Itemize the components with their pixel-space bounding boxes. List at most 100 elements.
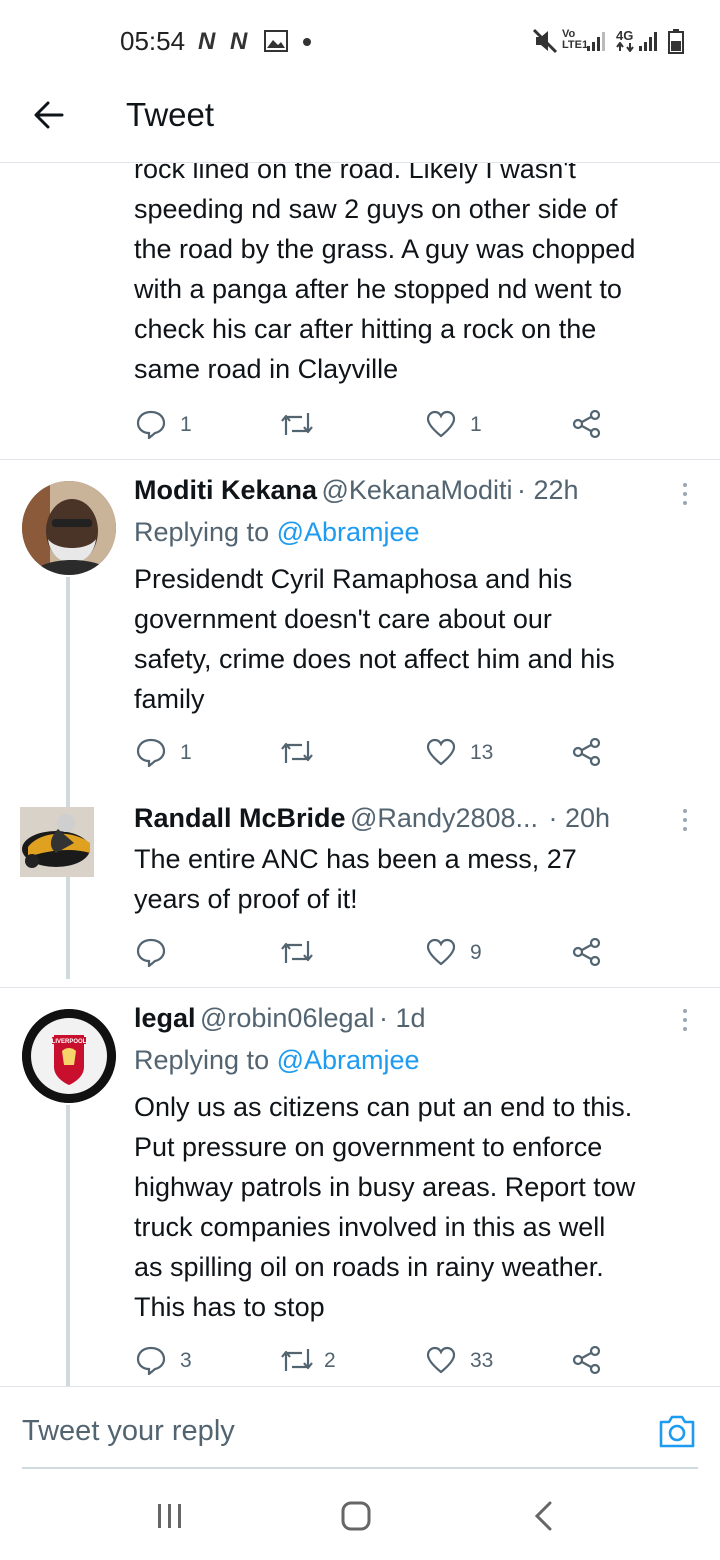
replying-prefix: Replying to bbox=[134, 1045, 270, 1075]
home-icon[interactable] bbox=[340, 1500, 372, 1532]
more-vertical-icon[interactable] bbox=[683, 483, 687, 510]
avatar[interactable]: LIVERPOOL bbox=[22, 1009, 116, 1103]
avatar[interactable] bbox=[20, 807, 94, 877]
back-arrow-icon[interactable] bbox=[32, 98, 66, 132]
retweet-icon[interactable] bbox=[280, 739, 314, 765]
tweet-text-line: highway patrols in busy areas. Report to… bbox=[134, 1172, 636, 1202]
heart-icon[interactable] bbox=[426, 1346, 456, 1374]
signal-icon bbox=[639, 32, 657, 51]
tweet-text-line: with a panga after he stopped nd went to bbox=[134, 274, 622, 304]
reply-count: 3 bbox=[180, 1349, 192, 1372]
system-nav-bar bbox=[0, 1470, 720, 1560]
reply-icon[interactable] bbox=[136, 1345, 166, 1375]
signal-icon bbox=[587, 32, 605, 51]
tweet-text-line: Presidendt Cyril Ramaphosa and his bbox=[134, 564, 573, 594]
tweet-header: Randall McBride @Randy2808... · 20h bbox=[134, 803, 674, 834]
replying-to-link[interactable]: @Abramjee bbox=[277, 517, 420, 547]
more-vertical-icon[interactable] bbox=[683, 809, 687, 836]
heart-icon[interactable] bbox=[426, 410, 456, 438]
share-icon[interactable] bbox=[572, 1345, 602, 1375]
club-crest-text: LIVERPOOL bbox=[52, 1039, 87, 1045]
tweet-actions: 1 13 bbox=[136, 737, 606, 767]
dot-icon bbox=[303, 38, 311, 46]
tweet-text-line: Put pressure on government to enforce bbox=[134, 1132, 603, 1162]
tweet-divider bbox=[0, 987, 720, 988]
reply-input[interactable]: Tweet your reply bbox=[22, 1415, 235, 1448]
tweet-text: Only us as citizens can put an end to th… bbox=[134, 1087, 720, 1327]
share-icon[interactable] bbox=[572, 937, 602, 967]
tweet-header: Moditi Kekana @KekanaModiti · 22h bbox=[134, 475, 694, 506]
lte-label: LTE1 bbox=[562, 39, 589, 51]
author-name[interactable]: Moditi Kekana bbox=[134, 475, 317, 505]
retweet-icon[interactable] bbox=[280, 411, 314, 437]
notification-n-icon: N bbox=[230, 28, 248, 55]
tweet-text-line: family bbox=[134, 684, 205, 714]
avatar-image bbox=[20, 807, 94, 877]
tweet-actions: 1 1 bbox=[136, 409, 606, 439]
status-time: 05:54 bbox=[120, 26, 186, 56]
author-name[interactable]: legal bbox=[134, 1003, 196, 1033]
tweet-text-line: speeding nd saw 2 guys on other side of bbox=[134, 194, 618, 224]
tweet-thread[interactable]: rock lined on the road. Likely I wasn't … bbox=[0, 163, 720, 1386]
heart-icon[interactable] bbox=[426, 938, 456, 966]
notification-n-icon: N bbox=[198, 28, 216, 55]
tweet-time: · 22h bbox=[516, 475, 579, 505]
network-4g-label: 4G bbox=[616, 28, 634, 43]
tweet-divider bbox=[0, 459, 720, 460]
tweet-text-line: This has to stop bbox=[134, 1292, 325, 1322]
tweet-text-line: check his car after hitting a rock on th… bbox=[134, 314, 597, 344]
tweet-text-line: years of proof of it! bbox=[134, 884, 358, 914]
more-vertical-icon[interactable] bbox=[683, 1009, 687, 1036]
heart-icon[interactable] bbox=[426, 738, 456, 766]
tweet-text-line: government doesn't care about our bbox=[134, 604, 552, 634]
like-count: 9 bbox=[470, 941, 482, 964]
gallery-notification-icon bbox=[264, 30, 288, 52]
author-name[interactable]: Randall McBride bbox=[134, 803, 346, 833]
retweet-icon[interactable] bbox=[280, 939, 314, 965]
tweet-actions: 3 2 33 bbox=[136, 1345, 606, 1375]
avatar-image: LIVERPOOL bbox=[22, 1009, 116, 1103]
reply-icon[interactable] bbox=[136, 937, 166, 967]
tweet-text-line: Only us as citizens can put an end to th… bbox=[134, 1092, 633, 1122]
author-handle[interactable]: @robin06legal bbox=[200, 1003, 375, 1033]
tweet-time: · 20h bbox=[548, 803, 611, 833]
nav-back-icon[interactable] bbox=[532, 1500, 556, 1532]
reply-count: 1 bbox=[180, 741, 192, 764]
tweet-text-line: same road in Clayville bbox=[134, 354, 399, 384]
like-count: 13 bbox=[470, 741, 494, 764]
tweet-text: The entire ANC has been a mess, 27 years… bbox=[134, 839, 714, 919]
retweet-count: 2 bbox=[324, 1349, 336, 1372]
tweet-text-line: the road by the grass. A guy was chopped bbox=[134, 234, 636, 264]
page-title: Tweet bbox=[126, 96, 215, 133]
share-icon[interactable] bbox=[572, 409, 602, 439]
replying-to-link[interactable]: @Abramjee bbox=[277, 1045, 420, 1075]
replying-to: Replying to @Abramjee bbox=[134, 517, 420, 548]
recents-icon[interactable] bbox=[156, 1502, 184, 1530]
tweet-text-line: as spilling oil on roads in rainy weathe… bbox=[134, 1252, 604, 1282]
tweet-text-line: rock lined on the road. Likely I wasn't bbox=[134, 163, 576, 184]
status-bar: 05:54 N N Vo LTE1 4G bbox=[0, 0, 720, 80]
data-arrows-icon bbox=[616, 42, 634, 52]
reply-icon[interactable] bbox=[136, 737, 166, 767]
avatar[interactable] bbox=[22, 481, 116, 575]
like-count: 33 bbox=[470, 1349, 494, 1372]
replying-prefix: Replying to bbox=[134, 517, 270, 547]
thread-connector bbox=[66, 577, 70, 979]
tweet-text-line: truck companies involved in this as well bbox=[134, 1212, 606, 1242]
thread-connector bbox=[66, 1105, 70, 1386]
author-handle[interactable]: @Randy2808... bbox=[350, 803, 538, 833]
author-handle[interactable]: @KekanaModiti bbox=[321, 475, 512, 505]
reply-count: 1 bbox=[180, 413, 192, 436]
share-icon[interactable] bbox=[572, 737, 602, 767]
reply-input-underline bbox=[22, 1467, 698, 1469]
retweet-icon[interactable] bbox=[280, 1347, 314, 1373]
tweet-text: rock lined on the road. Likely I wasn't … bbox=[134, 163, 714, 389]
reply-icon[interactable] bbox=[136, 409, 166, 439]
tweet-text: Presidendt Cyril Ramaphosa and his gover… bbox=[134, 559, 714, 719]
tweet-text-line: The entire ANC has been a mess, 27 bbox=[134, 844, 577, 874]
avatar-image bbox=[22, 481, 116, 575]
mute-icon bbox=[532, 28, 558, 54]
reply-composer[interactable]: Tweet your reply bbox=[0, 1386, 720, 1471]
camera-icon[interactable] bbox=[658, 1413, 696, 1449]
header: Tweet bbox=[0, 80, 720, 163]
